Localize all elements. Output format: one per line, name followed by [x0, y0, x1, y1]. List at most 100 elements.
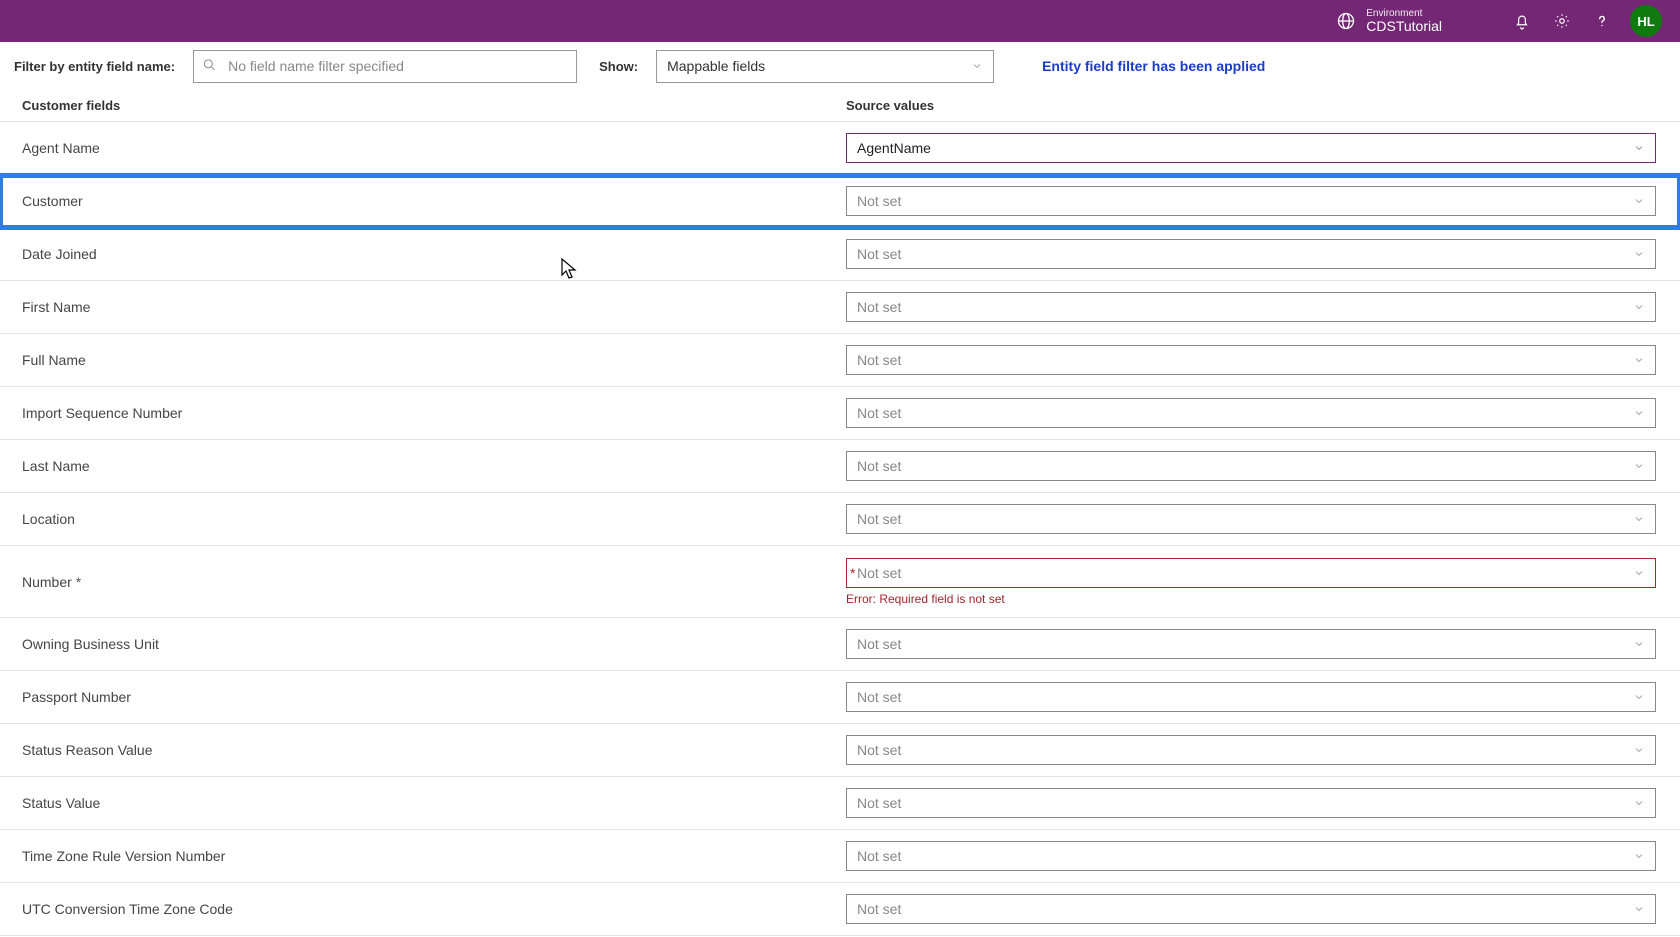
entity-field-filter-input[interactable] — [193, 50, 577, 83]
field-label: Full Name — [22, 352, 846, 368]
chevron-down-icon — [1633, 407, 1645, 419]
chevron-down-icon — [1633, 691, 1645, 703]
bell-icon — [1513, 12, 1531, 30]
field-row: Status Reason ValueNot set — [0, 724, 1680, 777]
chevron-down-icon — [1633, 142, 1645, 154]
source-select-value: Not set — [857, 636, 901, 652]
source-cell: Not set — [846, 629, 1658, 659]
chevron-down-icon — [1633, 797, 1645, 809]
source-cell: Not set — [846, 292, 1658, 322]
field-label: Status Value — [22, 795, 846, 811]
filter-label: Filter by entity field name: — [14, 59, 175, 74]
source-cell: Not set — [846, 841, 1658, 871]
source-select[interactable]: AgentName — [846, 133, 1656, 163]
field-label: Time Zone Rule Version Number — [22, 848, 846, 864]
field-label: Passport Number — [22, 689, 846, 705]
source-select[interactable]: Not set — [846, 239, 1656, 269]
source-cell: Not set — [846, 186, 1658, 216]
field-row: Location Not set — [0, 493, 1680, 546]
field-label: Date Joined — [22, 246, 846, 262]
field-row: CustomerNot set — [0, 175, 1680, 228]
source-cell: Not set — [846, 504, 1658, 534]
environment-indicator[interactable]: Environment CDSTutorial — [1336, 8, 1442, 34]
source-select[interactable]: Not set — [846, 398, 1656, 428]
field-row: Owning Business Unit Not set — [0, 618, 1680, 671]
chevron-down-icon — [1633, 744, 1645, 756]
field-row: Number *Not set*Error: Required field is… — [0, 546, 1680, 618]
source-select[interactable]: Not set — [846, 894, 1656, 924]
source-select-value: Not set — [857, 795, 901, 811]
field-error: Error: Required field is not set — [846, 592, 1658, 606]
source-cell: Not set — [846, 345, 1658, 375]
chevron-down-icon — [1633, 248, 1645, 260]
gear-icon — [1553, 12, 1571, 30]
field-label: Location — [22, 511, 846, 527]
chevron-down-icon — [1633, 638, 1645, 650]
field-row: UTC Conversion Time Zone Code Not set — [0, 883, 1680, 936]
source-select-value: Not set — [857, 246, 901, 262]
field-row: Status Value Not set — [0, 777, 1680, 830]
help-button[interactable] — [1582, 1, 1622, 41]
field-row: Agent Name AgentName — [0, 122, 1680, 175]
filter-applied-notice: Entity field filter has been applied — [1042, 58, 1265, 74]
chevron-down-icon — [1633, 903, 1645, 915]
source-select-value: Not set — [857, 848, 901, 864]
field-row: Passport Number Not set — [0, 671, 1680, 724]
source-select-value: Not set — [857, 405, 901, 421]
source-select[interactable]: Not set — [846, 841, 1656, 871]
source-select[interactable]: Not set — [846, 451, 1656, 481]
source-select-value: Not set — [857, 689, 901, 705]
source-cell: Not set* Error: Required field is not set — [846, 558, 1658, 606]
source-cell: Not set — [846, 682, 1658, 712]
required-star: * — [76, 574, 81, 590]
source-select[interactable]: Not set — [846, 292, 1656, 322]
chevron-down-icon — [971, 60, 983, 72]
show-label: Show: — [599, 59, 638, 74]
source-select[interactable]: Not set — [846, 504, 1656, 534]
source-select[interactable]: Not set — [846, 558, 1656, 588]
source-values-header: Source values — [846, 98, 1658, 113]
filter-input-wrap — [193, 50, 577, 83]
field-label: Owning Business Unit — [22, 636, 846, 652]
field-row: First NameNot set — [0, 281, 1680, 334]
chevron-down-icon — [1633, 460, 1645, 472]
show-dropdown[interactable]: Mappable fields — [656, 50, 994, 83]
source-select-value: Not set — [857, 511, 901, 527]
field-label: Last Name — [22, 458, 846, 474]
source-select-value: Not set — [857, 901, 901, 917]
source-cell: Not set — [846, 788, 1658, 818]
field-label: UTC Conversion Time Zone Code — [22, 901, 846, 917]
source-select[interactable]: Not set — [846, 345, 1656, 375]
settings-button[interactable] — [1542, 1, 1582, 41]
chevron-down-icon — [1633, 354, 1645, 366]
source-select[interactable]: Not set — [846, 629, 1656, 659]
source-select-value: Not set — [857, 565, 901, 581]
filter-bar: Filter by entity field name: Show: Mappa… — [0, 42, 1680, 90]
source-select[interactable]: Not set — [846, 788, 1656, 818]
field-label: Import Sequence Number — [22, 405, 846, 421]
field-label: Number * — [22, 574, 846, 590]
chevron-down-icon — [1633, 567, 1645, 579]
show-dropdown-value: Mappable fields — [667, 58, 765, 74]
environment-label: Environment — [1366, 8, 1442, 19]
environment-name: CDSTutorial — [1366, 19, 1442, 34]
field-label: Customer — [22, 193, 846, 209]
source-select-value: Not set — [857, 352, 901, 368]
avatar[interactable]: HL — [1630, 5, 1662, 37]
chevron-down-icon — [1633, 850, 1645, 862]
notifications-button[interactable] — [1502, 1, 1542, 41]
source-cell: Not set — [846, 451, 1658, 481]
source-cell: Not set — [846, 398, 1658, 428]
chevron-down-icon — [1633, 195, 1645, 207]
source-select[interactable]: Not set — [846, 682, 1656, 712]
field-row: Last NameNot set — [0, 440, 1680, 493]
source-select[interactable]: Not set — [846, 186, 1656, 216]
field-label: Agent Name — [22, 140, 846, 156]
source-cell: Not set — [846, 894, 1658, 924]
required-star-outer: * — [850, 565, 855, 581]
source-select-value: AgentName — [857, 140, 931, 156]
chevron-down-icon — [1633, 513, 1645, 525]
app-header: Environment CDSTutorial HL — [0, 0, 1680, 42]
field-row: Date Joined Not set — [0, 228, 1680, 281]
source-select[interactable]: Not set — [846, 735, 1656, 765]
